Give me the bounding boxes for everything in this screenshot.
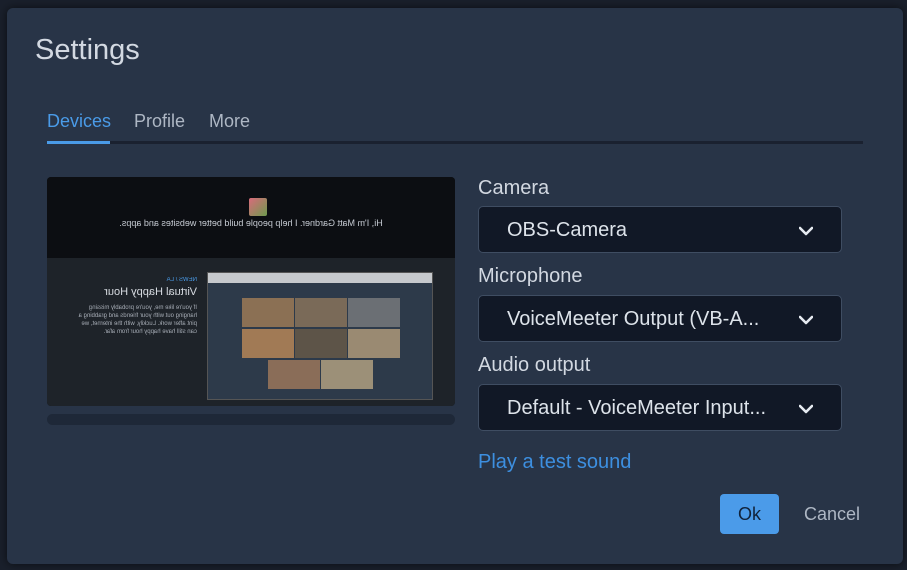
ok-button[interactable]: Ok xyxy=(720,494,779,534)
video-tile xyxy=(348,329,400,358)
chevron-down-icon xyxy=(799,226,813,236)
chevron-down-icon xyxy=(799,315,813,325)
microphone-select[interactable]: VoiceMeeter Output (VB-A... xyxy=(478,295,842,342)
tab-divider xyxy=(47,141,863,144)
settings-dialog: Settings Devices Profile More Hi, I'm Ma… xyxy=(7,8,903,564)
audio-output-select[interactable]: Default - VoiceMeeter Input... xyxy=(478,384,842,431)
preview-overlay-text: Hi, I'm Matt Gardner. I help people buil… xyxy=(119,218,383,228)
camera-label: Camera xyxy=(478,177,550,199)
audio-output-label: Audio output xyxy=(478,354,591,376)
dialog-title: Settings xyxy=(35,34,140,66)
tab-profile[interactable]: Profile xyxy=(134,111,185,132)
preview-video-grid xyxy=(207,272,433,400)
preview-article-body: If you're like me, you're probably missi… xyxy=(78,305,197,335)
video-tile xyxy=(295,298,347,327)
play-test-sound-link[interactable]: Play a test sound xyxy=(478,451,631,474)
active-tab-indicator xyxy=(47,141,110,144)
preview-article-tag: NEWS / LA xyxy=(166,277,197,283)
tab-more[interactable]: More xyxy=(209,111,250,132)
preview-browser-bar xyxy=(208,273,432,283)
camera-preview: Hi, I'm Matt Gardner. I help people buil… xyxy=(47,177,455,406)
video-tile xyxy=(321,360,373,389)
video-tile xyxy=(242,329,294,358)
microphone-label: Microphone xyxy=(478,265,583,287)
tab-devices[interactable]: Devices xyxy=(47,111,111,132)
preview-avatar xyxy=(249,198,267,216)
audio-output-select-value: Default - VoiceMeeter Input... xyxy=(507,397,767,419)
video-tile xyxy=(268,360,320,389)
camera-select-value: OBS-Camera xyxy=(507,219,628,241)
video-tile xyxy=(295,329,347,358)
microphone-select-value: VoiceMeeter Output (VB-A... xyxy=(507,308,760,330)
preview-volume-bar xyxy=(47,414,455,425)
preview-article: NEWS / LA Virtual Happy Hour If you're l… xyxy=(77,277,197,336)
video-tile xyxy=(242,298,294,327)
cancel-button[interactable]: Cancel xyxy=(797,494,867,534)
chevron-down-icon xyxy=(799,404,813,414)
camera-select[interactable]: OBS-Camera xyxy=(478,206,842,253)
preview-article-heading: Virtual Happy Hour xyxy=(104,286,197,298)
tab-bar: Devices Profile More xyxy=(47,111,863,145)
video-tile xyxy=(348,298,400,327)
